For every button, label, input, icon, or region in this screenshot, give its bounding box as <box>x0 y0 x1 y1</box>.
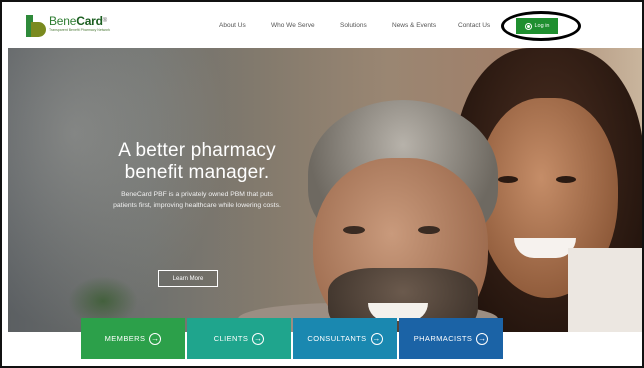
tile-clients[interactable]: CLIENTS → <box>187 318 291 359</box>
hero-man-eye <box>418 226 440 234</box>
tile-consultants[interactable]: CONSULTANTS → <box>293 318 397 359</box>
hero-woman-eye <box>556 176 576 183</box>
hero-subtitle-line1: BeneCard PBF is a privately owned PBM th… <box>121 191 273 198</box>
learn-more-button[interactable]: Learn More <box>158 270 218 287</box>
tile-members-label: MEMBERS <box>104 334 146 343</box>
logo-mark-icon <box>26 15 46 37</box>
nav-solutions[interactable]: Solutions <box>340 22 367 29</box>
nav-about-us[interactable]: About Us <box>219 22 246 29</box>
hero-banner: A better pharmacy benefit manager. BeneC… <box>8 48 642 332</box>
site-header: BeneCard® Transparent Benefit Pharmacy N… <box>2 2 642 48</box>
nav-news-events[interactable]: News & Events <box>392 22 436 29</box>
logo-tagline: Transparent Benefit Pharmacy Network <box>49 28 111 32</box>
arrow-right-circle-icon: → <box>149 332 162 345</box>
hero-title: A better pharmacy benefit manager. <box>82 140 312 184</box>
benecard-logo[interactable]: BeneCard® Transparent Benefit Pharmacy N… <box>26 15 110 39</box>
hero-subtitle: BeneCard PBF is a privately owned PBM th… <box>82 189 312 211</box>
hero-subtitle-line2: patients first, improving healthcare whi… <box>113 202 281 209</box>
arrow-right-circle-icon: → <box>370 332 383 345</box>
logo-wordmark: BeneCard® <box>49 15 110 28</box>
tile-clients-label: CLIENTS <box>213 334 249 343</box>
login-button[interactable]: Log in <box>516 18 558 34</box>
browser-frame: BeneCard® Transparent Benefit Pharmacy N… <box>0 0 644 368</box>
tile-members[interactable]: MEMBERS → <box>81 318 185 359</box>
hero-woman-shirt <box>568 248 642 332</box>
logo-word-card: Card <box>76 14 103 28</box>
nav-who-we-serve[interactable]: Who We Serve <box>271 22 315 29</box>
login-label: Log in <box>534 23 550 29</box>
logo-trademark: ® <box>102 18 108 24</box>
hero-woman-eye <box>498 176 518 183</box>
arrow-right-circle-icon: → <box>476 332 489 345</box>
tile-pharmacists-label: PHARMACISTS <box>413 334 473 343</box>
audience-tiles: MEMBERS → CLIENTS → CONSULTANTS → PHARMA… <box>81 318 503 359</box>
tile-pharmacists[interactable]: PHARMACISTS → <box>399 318 503 359</box>
logo-text: BeneCard® Transparent Benefit Pharmacy N… <box>49 15 110 33</box>
hero-title-line1: A better pharmacy <box>118 140 276 161</box>
hero-man-eye <box>343 226 365 234</box>
tile-consultants-label: CONSULTANTS <box>307 334 367 343</box>
user-circle-icon <box>524 22 532 30</box>
hero-text-block: A better pharmacy benefit manager. BeneC… <box>82 140 312 211</box>
arrow-right-circle-icon: → <box>252 332 265 345</box>
nav-contact-us[interactable]: Contact Us <box>458 22 490 29</box>
logo-word-bene: Bene <box>49 14 77 28</box>
hero-title-line2: benefit manager. <box>124 162 270 183</box>
